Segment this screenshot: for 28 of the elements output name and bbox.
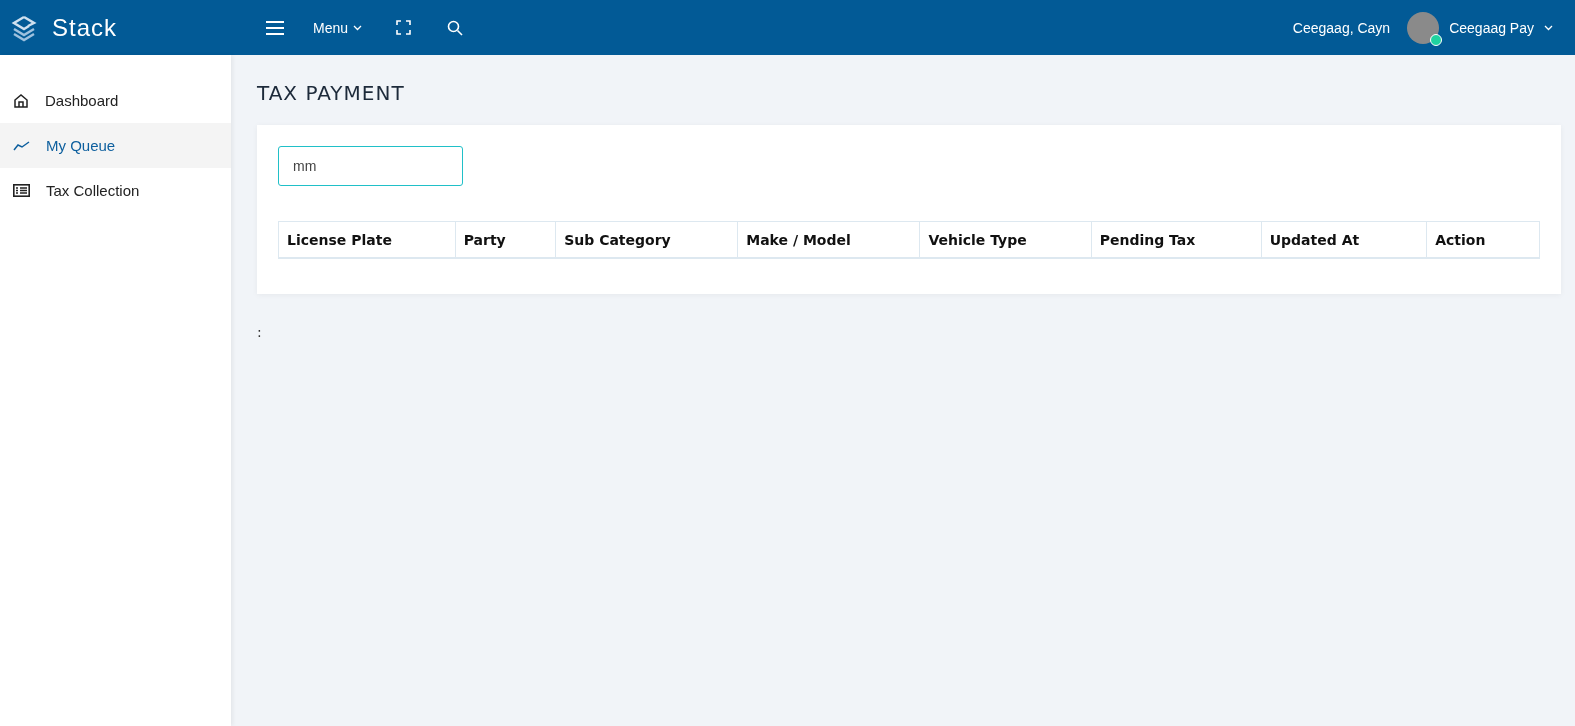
column-header: Make / Model [737,221,920,258]
menu-button[interactable]: Menu [313,19,363,36]
sidebar-item[interactable]: Dashboard [0,78,231,123]
page-title: TAX PAYMENT [257,81,406,105]
layers-icon [10,13,38,42]
column-header: Action [1426,221,1540,258]
column-header: Vehicle Type [919,221,1092,258]
search-field[interactable]: mm [278,146,463,186]
avatar[interactable] [1407,11,1440,44]
column-header: Updated At [1261,221,1427,258]
chevron-icon [353,24,363,31]
trend-line-icon [13,140,30,151]
brand-name: Stack [52,13,118,42]
list-icon [13,184,30,197]
footer-text: : [257,324,263,340]
user-name: Ceegaag, Cayn [1292,19,1391,36]
column-header: Sub Category [555,221,738,258]
home-icon [13,92,29,109]
search-icon[interactable] [447,19,464,36]
column-header: Party [455,221,556,258]
account-dropdown[interactable]: Ceegaag Pay [1449,19,1553,36]
chevron-icon [1544,24,1553,31]
column-header: Pending Tax [1091,221,1262,258]
fullscreen-icon[interactable] [396,20,412,35]
column-header: License Plate [278,221,456,258]
menu-icon[interactable] [265,19,285,36]
sidebar-item[interactable]: My Queue [0,123,231,168]
sidebar-item[interactable]: Tax Collection [0,168,231,213]
